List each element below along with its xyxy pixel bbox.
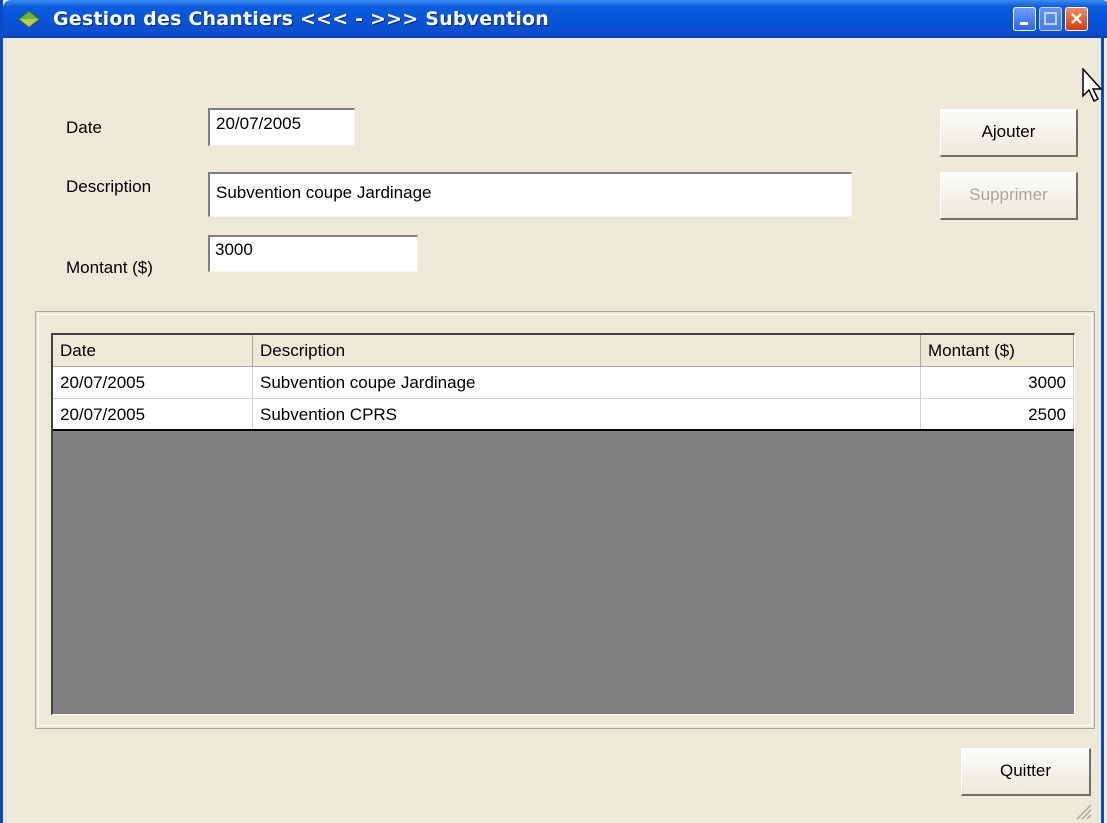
cell-amount: 2500 [921,399,1074,429]
close-icon [1071,13,1082,24]
minimize-icon [1020,22,1028,25]
date-field[interactable]: 20/07/2005 [208,108,355,146]
date-label: Date [66,118,102,137]
add-button[interactable]: Ajouter [940,109,1078,157]
description-field[interactable]: Subvention coupe Jardinage [208,172,852,217]
maximize-icon [1044,12,1057,25]
column-header-description[interactable]: Description [253,335,921,366]
description-label: Description [66,177,152,196]
delete-button[interactable]: Supprimer [940,172,1078,220]
cell-description: Subvention coupe Jardinage [253,367,921,398]
table-row[interactable]: 20/07/2005 Subvention CPRS 2500 [53,399,1074,431]
amount-label: Montant ($) [66,258,153,277]
close-button[interactable] [1065,7,1088,31]
cell-date: 20/07/2005 [53,399,253,429]
amount-field[interactable]: 3000 [208,235,418,272]
resize-grip-icon[interactable] [1073,801,1093,821]
app-icon [18,10,40,28]
column-header-date[interactable]: Date [53,335,253,366]
mouse-cursor-icon [1082,68,1103,103]
table-row[interactable]: 20/07/2005 Subvention coupe Jardinage 30… [53,367,1074,399]
subsidy-grid[interactable]: Date Description Montant ($) 20/07/2005 … [51,333,1075,715]
minimize-button[interactable] [1013,7,1036,31]
cell-date: 20/07/2005 [53,367,253,398]
window-title: Gestion des Chantiers <<< - >>> Subventi… [53,8,550,30]
maximize-button[interactable] [1039,7,1062,31]
cell-amount: 3000 [921,367,1074,398]
grid-header: Date Description Montant ($) [53,335,1074,367]
title-bar[interactable]: Gestion des Chantiers <<< - >>> Subventi… [3,0,1107,38]
column-header-amount[interactable]: Montant ($) [921,335,1074,366]
main-window: Gestion des Chantiers <<< - >>> Subventi… [0,0,1107,823]
quit-button[interactable]: Quitter [961,748,1091,796]
cell-description: Subvention CPRS [253,399,921,429]
